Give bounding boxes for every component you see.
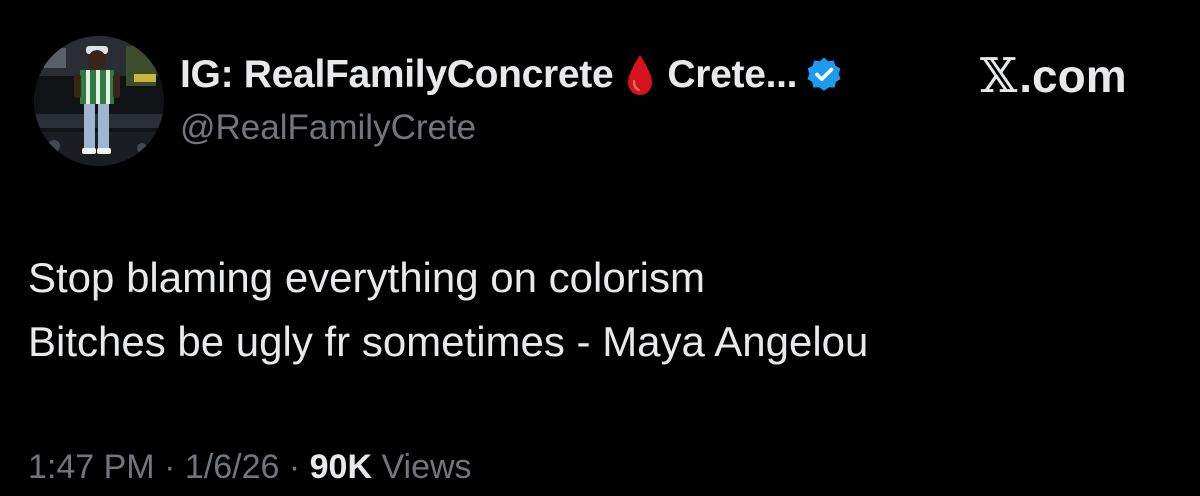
meta-separator: ·: [164, 448, 176, 486]
avatar-photo: [34, 36, 164, 166]
views-label[interactable]: Views: [381, 448, 471, 486]
verified-badge-icon[interactable]: [805, 56, 843, 94]
author-handle[interactable]: @RealFamilyCrete: [180, 108, 476, 148]
tweet-line: Bitches be ugly fr sometimes - Maya Ange…: [28, 318, 869, 365]
tweet-time[interactable]: 1:47 PM: [28, 448, 155, 486]
views-count[interactable]: 90K: [310, 448, 372, 486]
tweet-meta: 1:47 PM · 1/6/26 · 90K Views: [28, 448, 472, 487]
x-logo-icon: 𝕏: [980, 48, 1018, 104]
author-name-suffix[interactable]: Crete...: [667, 53, 797, 97]
x-brand-logo: 𝕏 .com: [980, 46, 1127, 106]
author-display-name[interactable]: IG: RealFamilyConcrete: [180, 53, 614, 97]
tweet-text: Stop blaming everything on colorism Bitc…: [28, 246, 868, 374]
meta-separator: ·: [288, 448, 301, 486]
tweet-card: IG: RealFamilyConcrete Crete... @RealFam…: [0, 0, 1200, 496]
brand-domain: .com: [1019, 50, 1127, 102]
avatar[interactable]: [34, 36, 164, 166]
tweet-date[interactable]: 1/6/26: [185, 448, 280, 486]
drop-of-blood-icon: [625, 53, 655, 97]
author-name-row[interactable]: IG: RealFamilyConcrete Crete...: [180, 48, 843, 102]
tweet-line: Stop blaming everything on colorism: [28, 254, 706, 301]
